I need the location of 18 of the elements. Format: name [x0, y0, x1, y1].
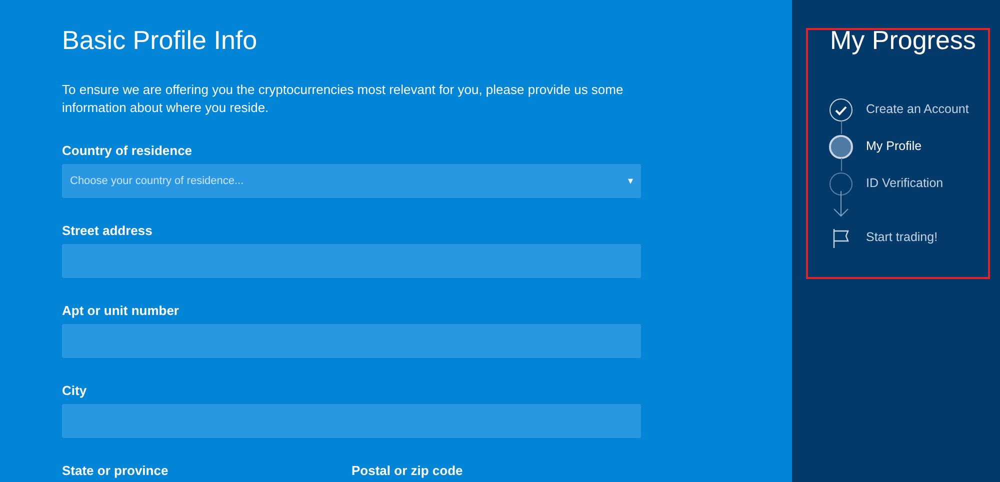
page-title: Basic Profile Info [62, 24, 258, 56]
field-label: Country of residence [62, 143, 194, 159]
input-field[interactable] [62, 404, 641, 438]
country-select[interactable]: Choose your country of residence... ▾ [62, 164, 641, 198]
field-label: Street address [62, 223, 154, 239]
field-label: State or province [62, 463, 170, 479]
step-label: My Profile [866, 138, 922, 156]
step-label: Start trading! [866, 229, 938, 246]
step-label: ID Verification [866, 175, 944, 192]
input-field[interactable] [62, 324, 641, 358]
intro-text: To ensure we are offering you the cryptocurrencies most relevant for you, please provide us some information about where you reside. [62, 81, 624, 117]
field-label: City [62, 383, 88, 399]
sidebar-title: My Progress [830, 24, 976, 56]
arrow-down-icon [831, 191, 851, 217]
field-label: Postal or zip code [352, 463, 464, 479]
step-label: Create an Account [866, 101, 969, 118]
input-field[interactable] [62, 244, 641, 278]
field-label: Apt or unit number [62, 303, 180, 319]
